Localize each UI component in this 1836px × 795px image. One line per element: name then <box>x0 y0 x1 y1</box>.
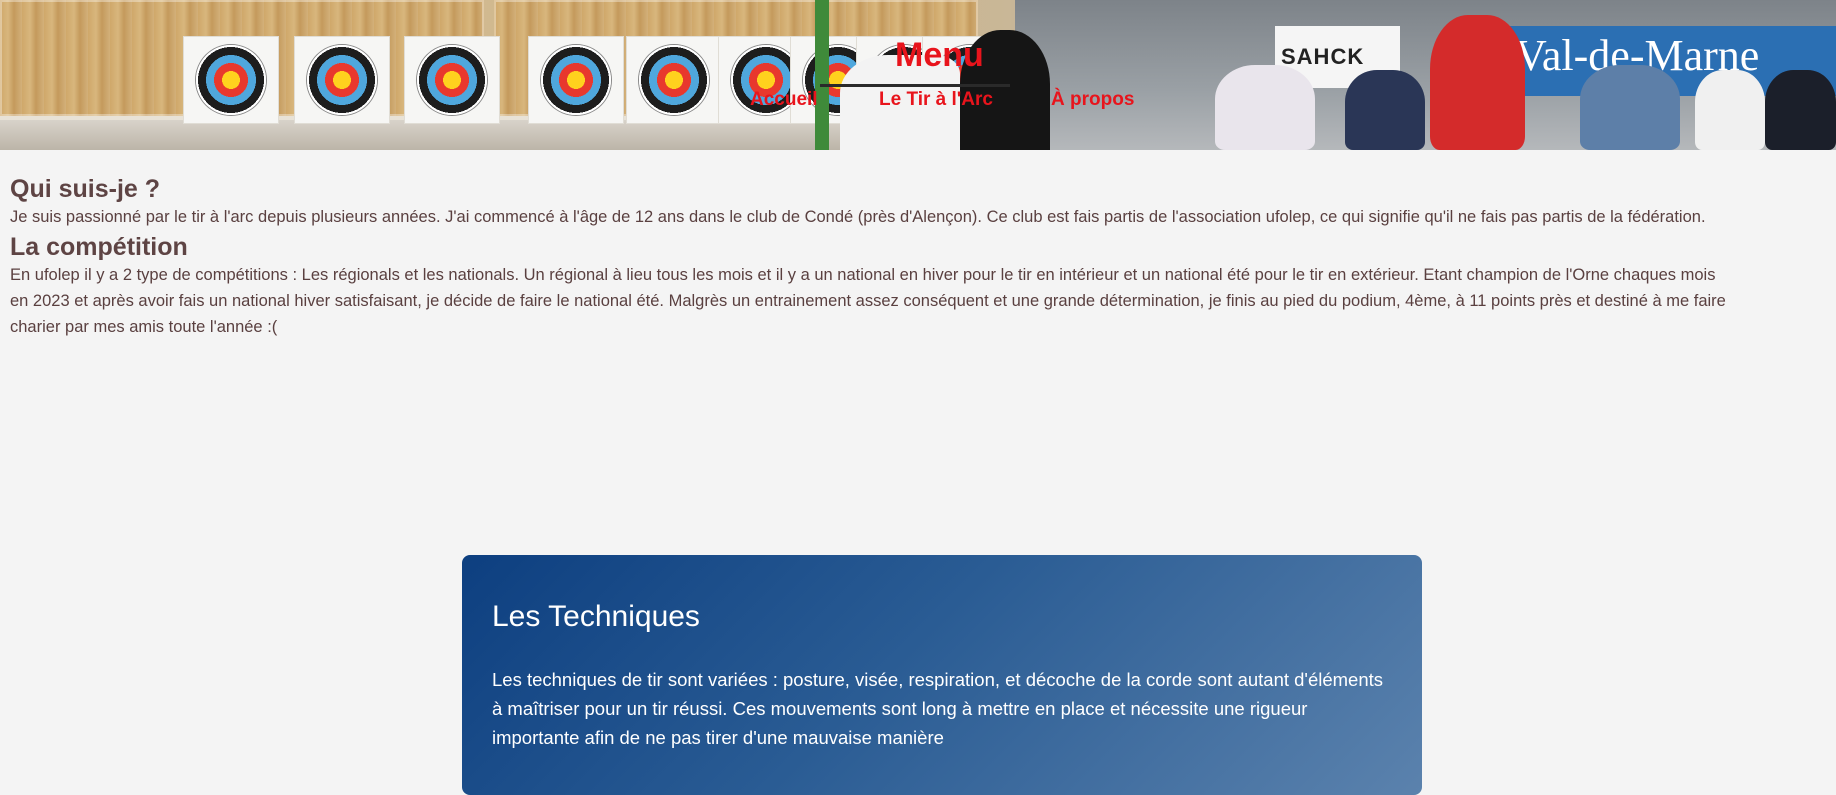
archer-figure <box>1695 70 1765 150</box>
section-qui-suis-je: Qui suis-je ? Je suis passionné par le t… <box>10 174 1730 230</box>
card-text: Les techniques de tir sont variées : pos… <box>492 669 1384 748</box>
menu-title: Menu <box>895 36 984 74</box>
nav-link-a-propos[interactable]: À propos <box>1051 89 1134 111</box>
archer-figure <box>1215 65 1315 150</box>
section-text: Je suis passionné par le tir à l'arc dep… <box>10 208 1706 226</box>
archery-target <box>294 36 390 124</box>
section-text: En ufolep il y a 2 type de compétitions … <box>10 266 1726 336</box>
section-competition: La compétition En ufolep il y a 2 type d… <box>10 232 1730 340</box>
header-banner: SAHCK Val-de-Marne Menu Accueil Le Tir à… <box>0 0 1836 150</box>
section-heading: Qui suis-je ? <box>10 175 161 203</box>
arrow <box>820 84 1010 87</box>
archer-figure <box>1580 65 1680 150</box>
nav-link-accueil[interactable]: Accueil <box>750 89 818 111</box>
card-title: Les Techniques <box>492 600 700 633</box>
nav-link-tir-a-l-arc[interactable]: Le Tir à l'Arc <box>879 89 993 111</box>
archery-target <box>528 36 624 124</box>
section-heading: La compétition <box>10 233 188 261</box>
archery-target <box>626 36 722 124</box>
archers-scene: SAHCK Val-de-Marne <box>1015 0 1836 150</box>
archer-figure <box>1345 70 1425 150</box>
archery-target <box>183 36 279 124</box>
main-content: Qui suis-je ? Je suis passionné par le t… <box>10 174 1730 340</box>
archer-figure <box>1430 15 1525 150</box>
archer-figure <box>1765 70 1836 150</box>
techniques-card: Les Techniques Les techniques de tir son… <box>462 555 1422 795</box>
bow-riser <box>815 0 829 150</box>
archery-target <box>404 36 500 124</box>
